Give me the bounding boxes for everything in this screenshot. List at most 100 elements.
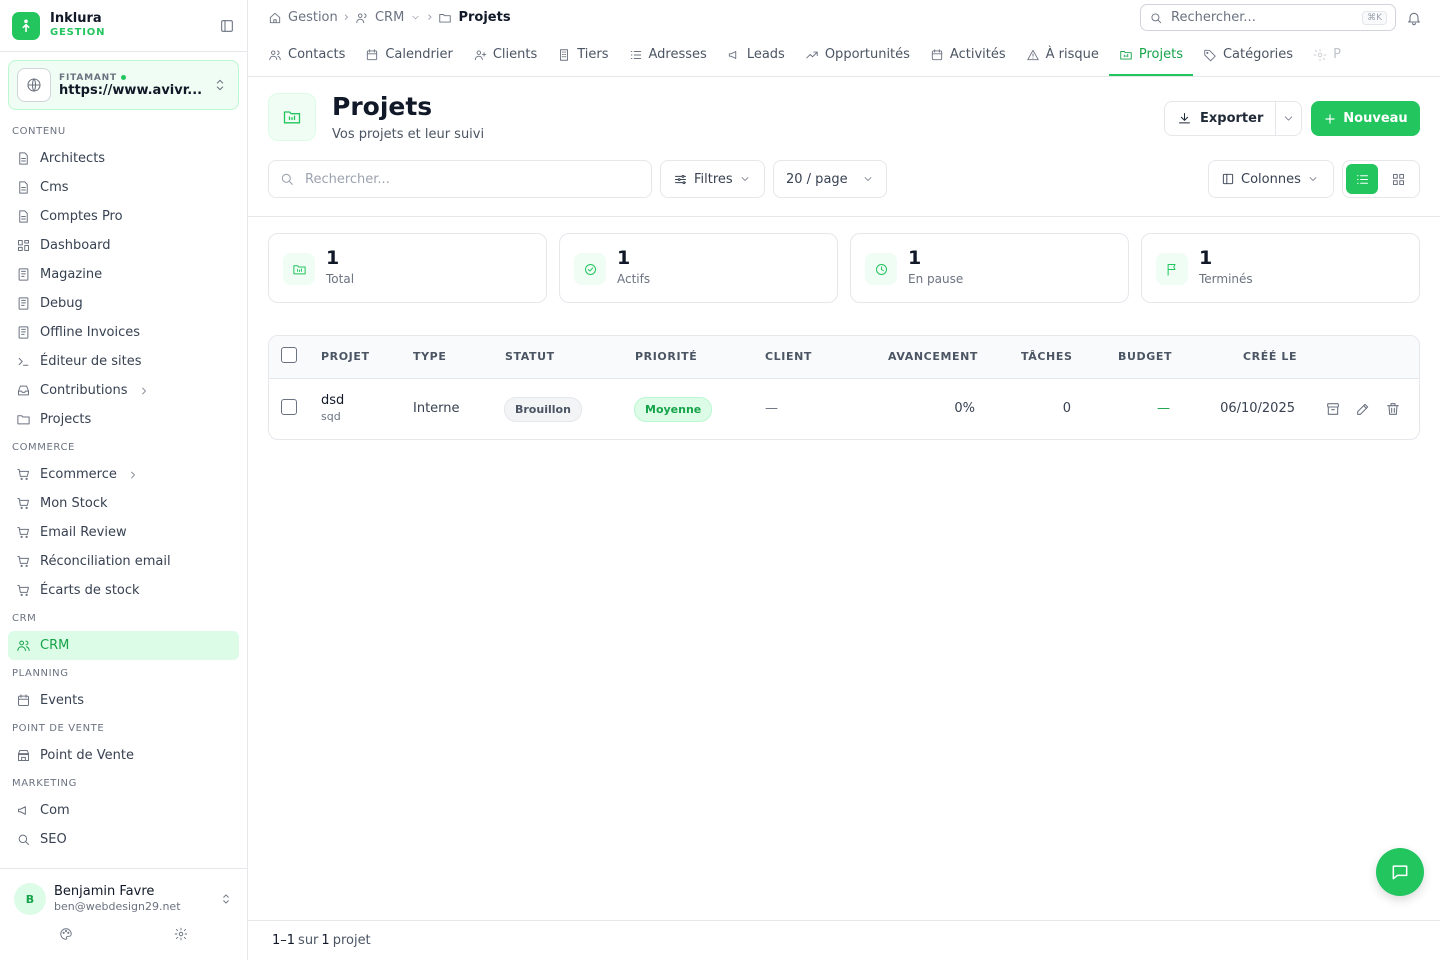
sidebar-item-ecarts-de-stock[interactable]: Écarts de stock: [8, 576, 239, 605]
stat-card-actifs: 1 Actifs: [559, 233, 838, 303]
palette-icon[interactable]: [59, 927, 73, 941]
tab-more[interactable]: P: [1303, 35, 1351, 76]
tab-clients[interactable]: Clients: [463, 35, 547, 76]
sidebar-item-point-de-vente[interactable]: Point de Vente: [8, 741, 239, 770]
column-header-statut[interactable]: STATUT: [505, 350, 555, 363]
filters-button[interactable]: Filtres: [660, 160, 765, 198]
tab-adresses[interactable]: Adresses: [619, 35, 717, 76]
bell-icon[interactable]: [1406, 10, 1422, 26]
table-row[interactable]: dsd sqd Interne Brouillon Moyenne — 0% 0…: [269, 379, 1419, 439]
grid-view-button[interactable]: [1382, 164, 1414, 194]
gear-icon[interactable]: [174, 927, 188, 941]
pagination-unit: projet: [332, 933, 371, 948]
sidebar-item-email-review[interactable]: Email Review: [8, 518, 239, 547]
new-project-button[interactable]: Nouveau: [1311, 101, 1420, 136]
sidebar-item-comptes-pro[interactable]: Comptes Pro: [8, 202, 239, 231]
sidebar-item-ecommerce[interactable]: Ecommerce: [8, 460, 239, 489]
column-header-priorite[interactable]: PRIORITÉ: [635, 350, 697, 363]
table-header: PROJET TYPE STATUT PRIORITÉ CLIENT AVANC…: [269, 336, 1419, 379]
megaphone-icon: [18, 806, 26, 815]
stat-label: Actifs: [617, 272, 651, 286]
export-dropdown-button[interactable]: [1276, 112, 1301, 125]
topbar: Gestion › CRM › Projets Rechercher... ⌘K: [248, 0, 1440, 35]
column-header-taches[interactable]: TÂCHES: [1021, 350, 1072, 363]
user-plus-icon: [474, 49, 487, 60]
list-view-button[interactable]: [1346, 164, 1378, 194]
column-header-projet[interactable]: PROJET: [321, 350, 370, 363]
columns-button[interactable]: Colonnes: [1208, 160, 1334, 198]
sidebar-item-events[interactable]: Events: [8, 686, 239, 715]
user-menu[interactable]: B Benjamin Favre ben@webdesign29.net: [0, 869, 247, 915]
column-header-avancement[interactable]: AVANCEMENT: [888, 350, 978, 363]
sidebar-item-reconciliation-email[interactable]: Réconciliation email: [8, 547, 239, 576]
tab-a-risque[interactable]: À risque: [1016, 35, 1109, 76]
project-name[interactable]: dsd: [321, 393, 344, 409]
export-button[interactable]: Exporter: [1165, 102, 1277, 135]
chevron-down-icon: [1309, 177, 1317, 181]
breadcrumb-current: Projets: [438, 10, 511, 25]
sidebar-item-debug[interactable]: Debug: [8, 289, 239, 318]
page-title: Projets: [332, 92, 433, 121]
document-icon: [19, 152, 28, 165]
chat-bubble-icon[interactable]: [1376, 848, 1424, 896]
building-icon: [560, 48, 569, 61]
cart-icon: [17, 527, 29, 538]
folder-icon: [268, 93, 316, 141]
column-header-cree-le[interactable]: CRÉÉ LE: [1243, 350, 1297, 363]
clock-icon: [865, 253, 897, 285]
columns-icon: [1222, 173, 1234, 185]
stats-row: 1 Total 1 Actifs 1 En pause 1 Terminés: [268, 233, 1420, 303]
sidebar-item-cms[interactable]: Cms: [8, 173, 239, 202]
sidebar-item-seo[interactable]: SEO: [8, 825, 239, 854]
calendar-icon: [931, 48, 943, 60]
folder-icon: [283, 253, 315, 285]
tab-activites[interactable]: Activités: [920, 35, 1016, 76]
tab-leads[interactable]: Leads: [717, 35, 795, 76]
column-header-budget[interactable]: BUDGET: [1118, 350, 1172, 363]
edit-icon[interactable]: [1355, 401, 1371, 417]
sidebar-item-editeur-de-sites[interactable]: Éditeur de sites: [8, 347, 239, 376]
breadcrumb-crm[interactable]: CRM: [355, 10, 421, 25]
sidebar-item-com[interactable]: Com: [8, 796, 239, 825]
calendar-icon: [367, 48, 378, 60]
sidebar-item-offline-invoices[interactable]: Offline Invoices: [8, 318, 239, 347]
project-search-input[interactable]: Rechercher...: [268, 160, 652, 198]
folder-icon: [439, 13, 452, 23]
home-icon: [269, 12, 281, 23]
breadcrumb-separator-icon: ›: [343, 10, 349, 25]
chevron-down-icon: [1284, 116, 1293, 121]
nav-section-title: CONTENU: [12, 126, 66, 137]
sidebar-item-contributions[interactable]: Contributions: [8, 376, 239, 405]
column-header-client[interactable]: CLIENT: [765, 350, 812, 363]
tab-projets[interactable]: Projets: [1108, 35, 1193, 76]
brand-logo-icon[interactable]: [12, 11, 40, 40]
breadcrumb-home[interactable]: Gestion: [268, 10, 338, 25]
users-icon: [269, 49, 281, 60]
page-size-select[interactable]: 20 / page: [773, 160, 887, 198]
tag-icon: [1204, 49, 1216, 61]
column-header-type[interactable]: TYPE: [413, 350, 446, 363]
tab-opportunites[interactable]: Opportunités: [795, 35, 920, 76]
tab-contacts[interactable]: Contacts: [258, 35, 355, 76]
page-header: Projets Vos projets et leur suivi Export…: [268, 92, 1420, 145]
trash-icon[interactable]: [1385, 401, 1401, 417]
sidebar-item-crm[interactable]: CRM: [8, 631, 239, 660]
view-toggle: [1342, 160, 1420, 198]
sidebar-item-magazine[interactable]: Magazine: [8, 260, 239, 289]
brand-name: Inklura: [50, 10, 102, 26]
row-checkbox[interactable]: [281, 399, 297, 415]
search-icon: [18, 834, 29, 845]
sidebar-item-projects[interactable]: Projects: [8, 405, 239, 434]
sidebar-item-dashboard[interactable]: Dashboard: [8, 231, 239, 260]
global-search-input[interactable]: Rechercher... ⌘K: [1140, 4, 1396, 31]
tab-categories[interactable]: Catégories: [1193, 35, 1303, 76]
site-switcher[interactable]: FITAMANT https://www.avivr...: [8, 60, 239, 110]
tab-calendrier[interactable]: Calendrier: [355, 35, 462, 76]
select-all-checkbox[interactable]: [281, 347, 297, 363]
sidebar-item-mon-stock[interactable]: Mon Stock: [8, 489, 239, 518]
sidebar-item-architects[interactable]: Architects: [8, 144, 239, 173]
sidebar-toggle-icon[interactable]: [219, 18, 235, 34]
user-panel: B Benjamin Favre ben@webdesign29.net: [0, 868, 247, 960]
tab-tiers[interactable]: Tiers: [547, 35, 618, 76]
archive-icon[interactable]: [1325, 401, 1341, 417]
